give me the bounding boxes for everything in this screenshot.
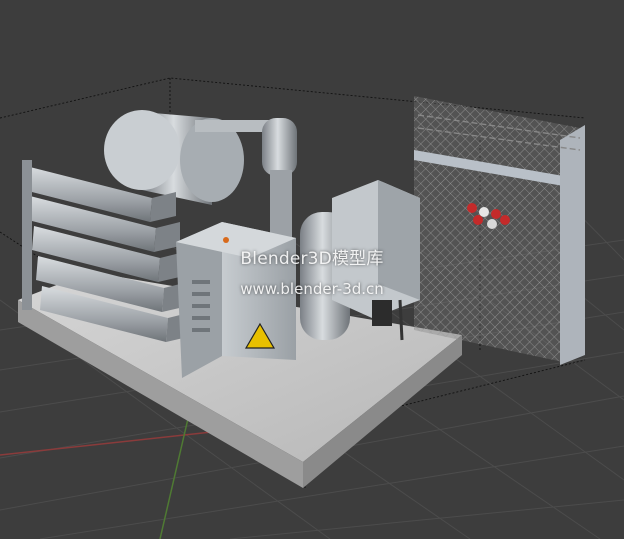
x-axis-line: [0, 429, 231, 456]
electrical-cabinet: [176, 222, 296, 378]
viewport-scene: [0, 77, 624, 539]
y-axis-line: [159, 409, 191, 539]
3d-viewport[interactable]: Blender3D模型库 www.blender-3d.cn: [0, 0, 624, 539]
fence-panel: [414, 96, 585, 365]
storage-tank: [104, 110, 297, 240]
